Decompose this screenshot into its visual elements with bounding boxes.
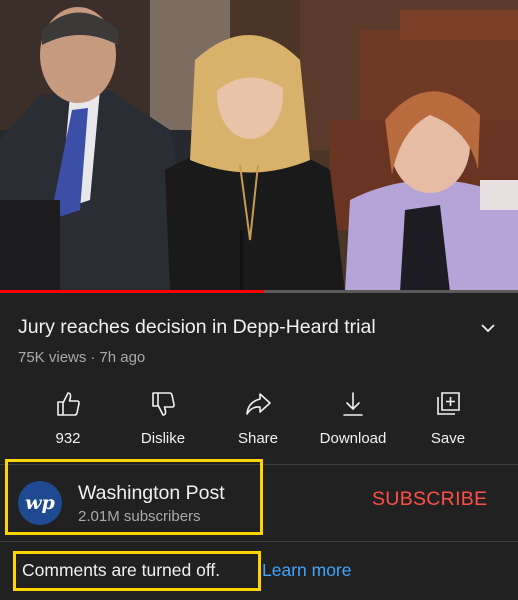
save-to-playlist-icon	[437, 392, 460, 415]
divider	[0, 541, 518, 542]
dislike-label: Dislike	[140, 430, 186, 447]
channel-avatar-logo: wp	[25, 492, 55, 514]
subscriber-count: 2.01M subscribers	[78, 508, 201, 525]
comments-status: Comments are turned off.	[22, 560, 221, 580]
like-button[interactable]: 932	[23, 390, 113, 447]
video-title: Jury reaches decision in Depp-Heard tria…	[18, 316, 376, 338]
channel-name[interactable]: Washington Post	[78, 482, 225, 505]
download-label: Download	[319, 430, 387, 447]
share-label: Share	[237, 430, 279, 447]
save-label: Save	[430, 430, 466, 447]
thumbs-up-icon	[57, 392, 80, 416]
video-progress-played	[0, 290, 265, 293]
meta-separator: ·	[90, 349, 96, 366]
view-count: 75K views	[18, 349, 87, 366]
action-bar: 932 Dislike Share Download Save	[0, 390, 518, 452]
share-button[interactable]: Share	[213, 390, 303, 447]
download-icon	[343, 392, 363, 416]
save-button[interactable]: Save	[403, 390, 493, 447]
upload-age: 7h ago	[99, 349, 146, 366]
learn-more-link[interactable]: Learn more	[262, 560, 352, 581]
channel-avatar[interactable]: wp	[18, 481, 62, 525]
share-icon	[246, 393, 271, 415]
subscribe-button[interactable]: SUBSCRIBE	[372, 488, 487, 511]
thumbs-down-icon	[152, 392, 175, 416]
video-meta: 75K views · 7h ago	[18, 349, 145, 366]
video-frame-image	[0, 0, 518, 292]
dislike-button[interactable]: Dislike	[118, 390, 208, 447]
video-player[interactable]	[0, 0, 518, 292]
download-button[interactable]: Download	[308, 390, 398, 447]
like-count: 932	[55, 430, 81, 447]
video-progress-bar[interactable]	[0, 290, 518, 293]
chevron-down-icon[interactable]	[478, 318, 498, 338]
